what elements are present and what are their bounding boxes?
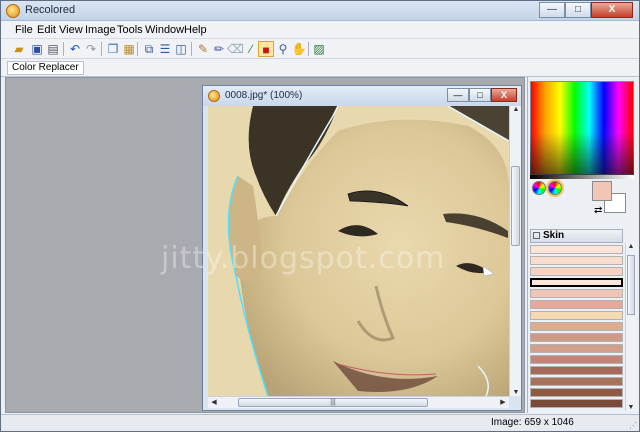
menu-image[interactable]: Image [85, 24, 116, 36]
menu-window[interactable]: Window [145, 24, 184, 36]
cascade-icon[interactable]: ⧉ [141, 41, 157, 57]
color-swatch[interactable] [530, 256, 623, 265]
tool-name-label: Color Replacer [7, 61, 84, 75]
color-swatch[interactable] [530, 344, 623, 353]
image-maximize-button[interactable]: □ [469, 88, 491, 102]
color-swatch[interactable] [530, 300, 623, 309]
menu-bar: File Edit View Image Tools Window Help [1, 21, 639, 39]
window-title: Recolored [25, 4, 76, 16]
image-canvas[interactable] [208, 106, 509, 396]
image-window-title-bar[interactable]: 0008.jpg* (100%) — □ X [203, 86, 521, 106]
collapse-icon[interactable] [533, 231, 540, 239]
color-swatch[interactable] [530, 399, 623, 408]
color-ring-icon[interactable] [548, 181, 562, 195]
color-swatch[interactable] [530, 289, 623, 298]
hand-icon[interactable]: ✋ [291, 41, 307, 57]
menu-edit[interactable]: Edit [37, 24, 56, 36]
undo-icon[interactable]: ↶ [67, 41, 83, 57]
menu-file[interactable]: File [15, 24, 33, 36]
image-horizontal-scrollbar[interactable]: ◀ ||| ▶ [208, 396, 509, 408]
foreground-color-swatch[interactable] [592, 181, 612, 201]
scroll-right-icon[interactable]: ▶ [497, 398, 509, 406]
image-window: 0008.jpg* (100%) — □ X ▲ ▼ ◀ ||| ▶ [202, 85, 522, 411]
image-size-status: Image: 659 x 1046 [491, 417, 574, 428]
scroll-left-icon[interactable]: ◀ [208, 398, 220, 406]
minimize-button[interactable]: — [539, 2, 565, 18]
color-replacer-icon[interactable]: ■ [258, 41, 274, 57]
color-swatch[interactable] [530, 322, 623, 331]
grayscale-strip[interactable] [530, 175, 634, 179]
color-swatch[interactable] [530, 388, 623, 397]
paste-icon[interactable]: ▦ [121, 41, 137, 57]
zoom-icon[interactable]: ⚲ [275, 41, 291, 57]
palette-scroll-down-icon[interactable]: ▼ [626, 404, 636, 411]
menu-help[interactable]: Help [184, 24, 207, 36]
eyedropper-icon[interactable]: ⁄ [243, 41, 259, 57]
maximize-button[interactable]: □ [565, 2, 591, 18]
color-swatch[interactable] [530, 377, 623, 386]
image-window-title: 0008.jpg* (100%) [225, 90, 303, 101]
image-close-button[interactable]: X [491, 88, 517, 102]
color-swatch[interactable] [530, 333, 623, 342]
tool-options-bar: Color Replacer [1, 59, 639, 77]
eraser-icon[interactable]: ⌫ [227, 41, 244, 57]
brush-icon[interactable]: ✎ [195, 41, 211, 57]
vertical-scroll-thumb[interactable] [511, 166, 520, 246]
status-bar: Image: 659 x 1046 ⋰ [1, 414, 639, 431]
document-icon [208, 90, 220, 102]
app-icon [6, 4, 20, 18]
palette-group-header[interactable]: Skin [530, 229, 623, 243]
palette-scroll-thumb[interactable] [627, 255, 635, 315]
color-swatch[interactable] [530, 278, 623, 287]
main-window: Recolored — □ X File Edit View Image Too… [0, 0, 640, 432]
resize-grip-icon[interactable]: ⋰ [629, 421, 637, 430]
palette-scroll-up-icon[interactable]: ▲ [626, 243, 636, 250]
image-minimize-button[interactable]: — [447, 88, 469, 102]
open-icon[interactable]: ▰ [11, 41, 27, 57]
swap-colors-icon[interactable]: ⇄ [594, 205, 602, 216]
scroll-down-icon[interactable]: ▼ [510, 389, 522, 396]
copy-icon[interactable]: ❐ [105, 41, 121, 57]
pencil-icon[interactable]: ✏ [211, 41, 227, 57]
color-wheel-icon[interactable] [532, 181, 546, 195]
close-button[interactable]: X [591, 2, 633, 18]
palette-group-name: Skin [543, 230, 565, 241]
color-swatch[interactable] [530, 245, 623, 254]
tile-horizontal-icon[interactable]: ☰ [157, 41, 173, 57]
color-swatch[interactable] [530, 267, 623, 276]
save-icon[interactable]: ▣ [29, 41, 45, 57]
color-panel: ⇄ Skin ▲ ▼ [527, 77, 639, 413]
toolbar: ▰ ▣ ▤ ↶ ↷ ❐ ▦ ⧉ ☰ ◫ ✎ ✏ ⌫ ⁄ ■ ⚲ ✋ ▨ [1, 39, 639, 59]
swatch-list [530, 243, 623, 408]
title-bar[interactable]: Recolored — □ X [1, 1, 639, 21]
color-swatch[interactable] [530, 366, 623, 375]
image-vertical-scrollbar[interactable]: ▲ ▼ [509, 106, 521, 396]
color-swatch[interactable] [530, 355, 623, 364]
menu-tools[interactable]: Tools [117, 24, 143, 36]
scroll-up-icon[interactable]: ▲ [510, 106, 522, 113]
horizontal-scroll-thumb[interactable]: ||| [238, 398, 428, 407]
image-icon[interactable]: ▨ [311, 41, 327, 57]
photo-face [208, 106, 509, 396]
menu-view[interactable]: View [59, 24, 83, 36]
print-icon[interactable]: ▤ [45, 41, 61, 57]
tile-vertical-icon[interactable]: ◫ [173, 41, 189, 57]
palette-scrollbar[interactable]: ▲ ▼ [625, 243, 636, 411]
redo-icon[interactable]: ↷ [83, 41, 99, 57]
color-swatch[interactable] [530, 311, 623, 320]
